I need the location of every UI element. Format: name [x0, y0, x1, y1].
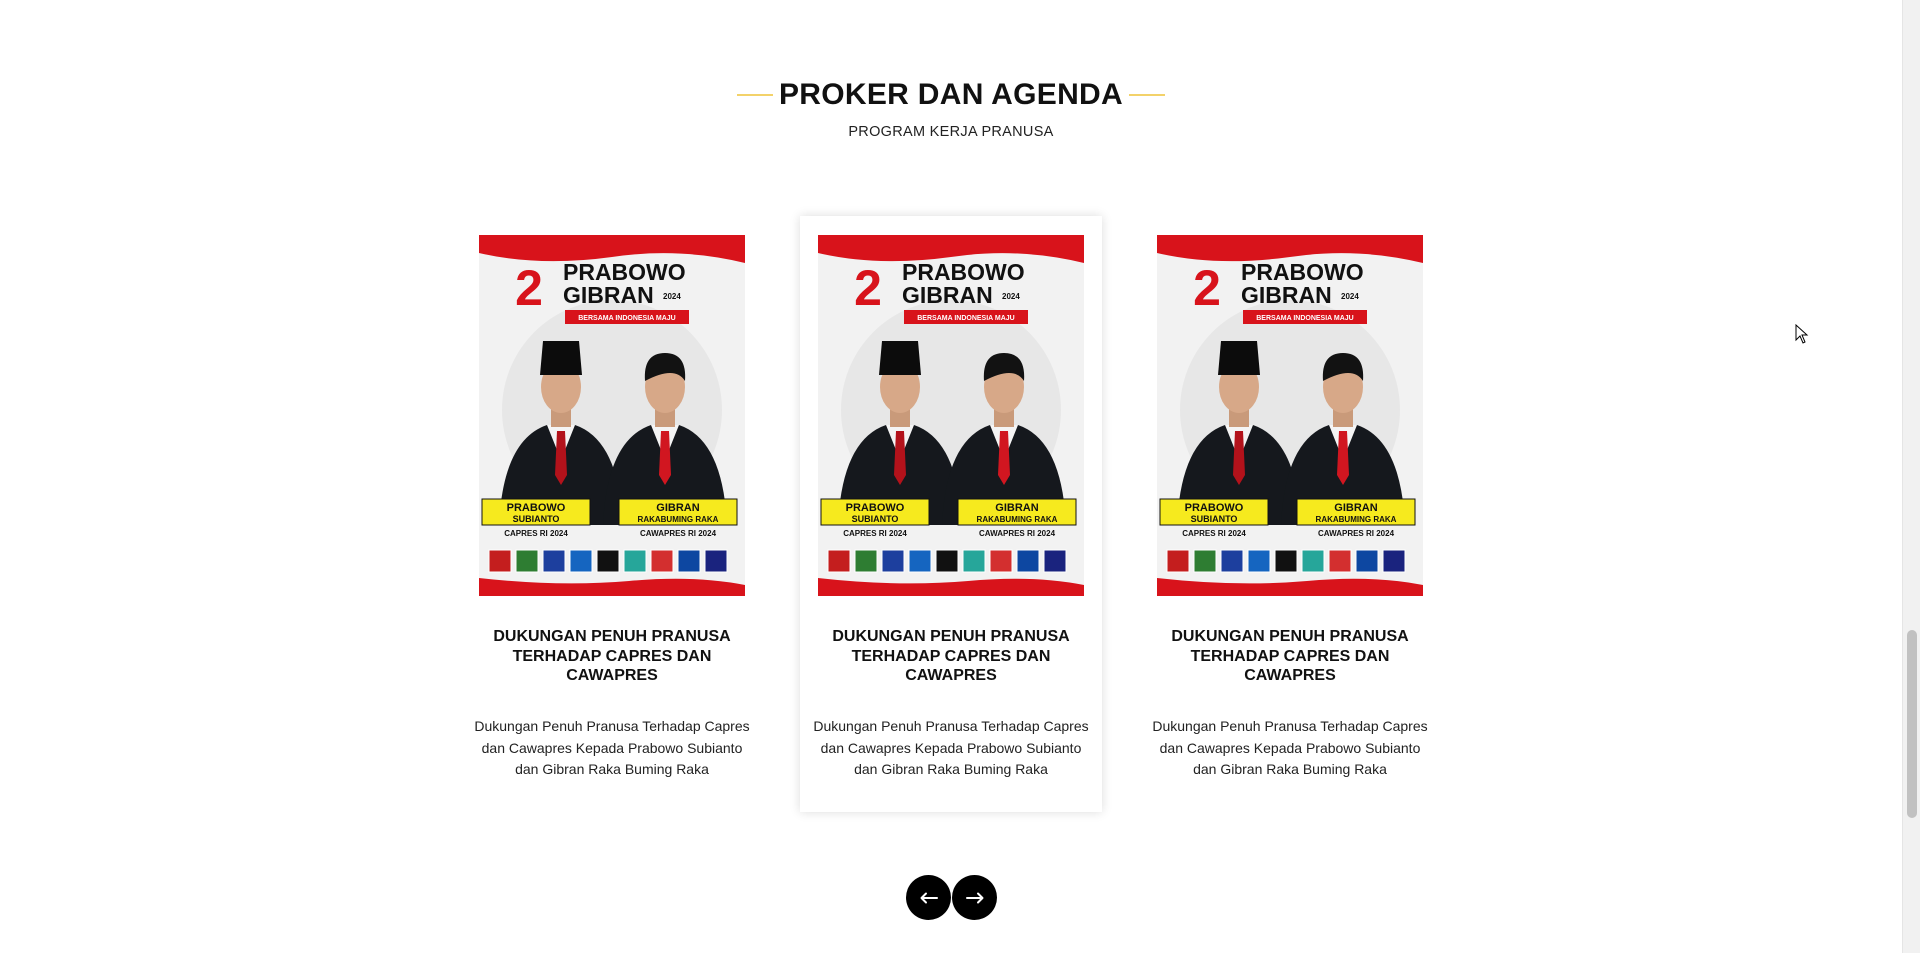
page-scrollbar[interactable]	[1902, 0, 1920, 953]
card-poster-image[interactable]: 2 PRABOWO GIBRAN 2024 BERSAMA INDONESIA MAJU…	[1157, 235, 1423, 596]
poster-number: 2	[854, 260, 882, 316]
party-logo	[1016, 549, 1040, 573]
poster-number: 2	[1193, 260, 1221, 316]
right-name-line2: RAKABUMING RAKA	[1316, 515, 1397, 524]
party-logo	[1220, 549, 1244, 573]
party-logo	[1166, 549, 1190, 573]
poster-year: 2024	[663, 292, 681, 301]
title-row: PROKER DAN AGENDA	[0, 78, 1902, 112]
poster-name-line2: GIBRAN	[1241, 282, 1332, 308]
poster-tagline: BERSAMA INDONESIA MAJU	[917, 315, 1015, 322]
party-logo	[488, 549, 512, 573]
peci-hat-shape	[540, 341, 582, 375]
poster-year: 2024	[1002, 292, 1020, 301]
right-role: CAWAPRES RI 2024	[1318, 529, 1395, 538]
agenda-card[interactable]: 2 PRABOWO GIBRAN 2024 BERSAMA INDONESIA MAJU…	[461, 216, 763, 812]
party-logo	[1043, 549, 1067, 573]
tie-shape	[659, 431, 671, 485]
left-role: CAPRES RI 2024	[843, 529, 907, 538]
party-logo	[1382, 549, 1406, 573]
card-description: Dukungan Penuh Pranusa Terhadap Capres d…	[813, 718, 1089, 777]
party-logo	[854, 549, 878, 573]
carousel-prev-button[interactable]	[906, 875, 951, 920]
title-decoration-right	[1129, 94, 1165, 96]
poster-name-line2: GIBRAN	[902, 282, 993, 308]
left-role: CAPRES RI 2024	[1182, 529, 1246, 538]
campaign-poster: 2 PRABOWO GIBRAN 2024 BERSAMA INDONESIA MAJU…	[818, 235, 1084, 596]
poster-tagline: BERSAMA INDONESIA MAJU	[1256, 315, 1354, 322]
party-logo	[623, 549, 647, 573]
poster-year: 2024	[1341, 292, 1359, 301]
left-role: CAPRES RI 2024	[504, 529, 568, 538]
poster-tagline: BERSAMA INDONESIA MAJU	[578, 315, 676, 322]
party-logo	[935, 549, 959, 573]
card-description: Dukungan Penuh Pranusa Terhadap Capres d…	[1152, 718, 1428, 777]
scrollbar-thumb[interactable]	[1907, 630, 1917, 818]
right-name-line1: GIBRAN	[995, 502, 1038, 514]
party-logo	[1355, 549, 1379, 573]
card-poster-image[interactable]: 2 PRABOWO GIBRAN 2024 BERSAMA INDONESIA MAJU…	[818, 235, 1084, 596]
right-name-line2: RAKABUMING RAKA	[638, 515, 719, 524]
tie-shape	[998, 431, 1010, 485]
poster-number: 2	[515, 260, 543, 316]
tie-shape	[555, 431, 567, 485]
tie-shape	[1233, 431, 1245, 485]
party-logo	[596, 549, 620, 573]
campaign-poster: 2 PRABOWO GIBRAN 2024 BERSAMA INDONESIA MAJU…	[1157, 235, 1423, 596]
poster-name-line2: GIBRAN	[563, 282, 654, 308]
arrow-right-icon	[965, 892, 983, 903]
party-logo	[704, 549, 728, 573]
agenda-card-active[interactable]: 2 PRABOWO GIBRAN 2024 BERSAMA INDONESIA MAJU…	[800, 216, 1102, 812]
tie-shape	[1337, 431, 1349, 485]
mouse-cursor-icon	[1795, 324, 1809, 344]
left-name-line2: SUBIANTO	[1191, 514, 1238, 524]
peci-hat-shape	[879, 341, 921, 375]
party-logo	[650, 549, 674, 573]
right-role: CAWAPRES RI 2024	[640, 529, 717, 538]
card-title[interactable]: DUKUNGAN PENUH PRANUSA TERHADAP CAPRES D…	[1153, 627, 1427, 686]
party-logo	[827, 549, 851, 573]
right-role: CAWAPRES RI 2024	[979, 529, 1056, 538]
party-logo	[1274, 549, 1298, 573]
party-logo	[569, 549, 593, 573]
agenda-card[interactable]: 2 PRABOWO GIBRAN 2024 BERSAMA INDONESIA MAJU…	[1139, 216, 1441, 812]
party-logo	[962, 549, 986, 573]
left-name-line1: PRABOWO	[507, 502, 566, 514]
tie-shape	[894, 431, 906, 485]
right-name-line2: RAKABUMING RAKA	[977, 515, 1058, 524]
card-description: Dukungan Penuh Pranusa Terhadap Capres d…	[474, 718, 750, 777]
page: PROKER DAN AGENDA PROGRAM KERJA PRANUSA …	[0, 0, 1920, 953]
left-name-line1: PRABOWO	[1185, 502, 1244, 514]
card-title[interactable]: DUKUNGAN PENUH PRANUSA TERHADAP CAPRES D…	[475, 627, 749, 686]
peci-hat-shape	[1218, 341, 1260, 375]
card-title[interactable]: DUKUNGAN PENUH PRANUSA TERHADAP CAPRES D…	[814, 627, 1088, 686]
section-title: PROKER DAN AGENDA	[778, 78, 1123, 111]
party-logo	[515, 549, 539, 573]
left-name-line1: PRABOWO	[846, 502, 905, 514]
section-subtitle: PROGRAM KERJA PRANUSA	[848, 124, 1054, 140]
party-logo	[542, 549, 566, 573]
party-logo	[1301, 549, 1325, 573]
party-logo	[989, 549, 1013, 573]
carousel-next-button[interactable]	[952, 875, 997, 920]
right-name-line1: GIBRAN	[656, 502, 699, 514]
card-poster-image[interactable]: 2 PRABOWO GIBRAN 2024 BERSAMA INDONESIA MAJU…	[479, 235, 745, 596]
party-logo	[1247, 549, 1271, 573]
campaign-poster: 2 PRABOWO GIBRAN 2024 BERSAMA INDONESIA MAJU…	[479, 235, 745, 596]
left-name-line2: SUBIANTO	[513, 514, 560, 524]
right-name-line1: GIBRAN	[1334, 502, 1377, 514]
arrow-left-icon	[920, 892, 938, 903]
title-decoration-left	[736, 94, 773, 96]
party-logo	[1328, 549, 1352, 573]
section-header: PROKER DAN AGENDA PROGRAM KERJA PRANUSA	[0, 78, 1902, 140]
party-logo	[908, 549, 932, 573]
party-logo	[1193, 549, 1217, 573]
party-logo	[677, 549, 701, 573]
party-logo	[881, 549, 905, 573]
left-name-line2: SUBIANTO	[852, 514, 899, 524]
